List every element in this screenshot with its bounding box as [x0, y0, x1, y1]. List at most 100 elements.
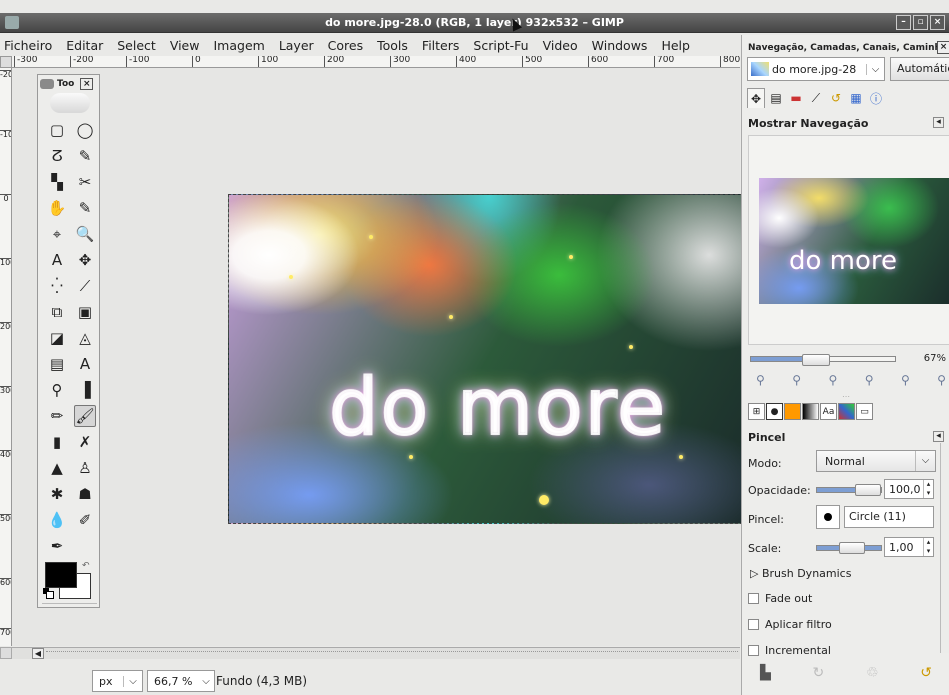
- text-tool-icon[interactable]: A: [74, 353, 96, 375]
- menu-script-fu[interactable]: Script-Fu: [473, 35, 528, 55]
- eraser-tool-icon[interactable]: ▮: [46, 431, 68, 453]
- opacity-slider[interactable]: [816, 484, 882, 496]
- undo-tab-icon[interactable]: ↺: [827, 88, 845, 108]
- horizontal-ruler[interactable]: -300 -200 -100 0 100 200 300 400 500 600…: [12, 56, 740, 68]
- vertical-ruler[interactable]: -200 -100 0 100 200 300 400 500 600 700: [0, 68, 12, 646]
- ruler-corner-menu-icon[interactable]: [0, 56, 12, 68]
- chevron-down-icon[interactable]: ⌵: [915, 451, 935, 471]
- rotate-tool-icon[interactable]: ⧉: [46, 301, 68, 323]
- scale-spinbox[interactable]: 1,00 ▴ ▾: [884, 537, 934, 557]
- chevron-down-icon[interactable]: ⌵: [866, 63, 884, 75]
- minimize-button[interactable]: –: [896, 15, 911, 30]
- color-picker-tool-icon[interactable]: ⌖: [46, 223, 68, 245]
- spin-arrows-icon[interactable]: ▴ ▾: [923, 480, 933, 498]
- free-select-tool-icon[interactable]: ⵒ: [46, 145, 68, 167]
- fade-out-checkbox[interactable]: Fade out: [748, 589, 944, 607]
- zoom-1-1-icon[interactable]: ⚲: [828, 373, 837, 387]
- brush-dynamics-expander[interactable]: ▷ Brush Dynamics: [750, 567, 851, 580]
- zoom-fit-icon[interactable]: ⚲: [865, 373, 874, 387]
- scale-tool-icon[interactable]: ▣: [74, 301, 96, 323]
- brush-name-field[interactable]: Circle (11): [844, 506, 934, 528]
- smudge-tool-icon[interactable]: ✐: [74, 509, 96, 531]
- zoom-tool-icon[interactable]: 🔍: [74, 223, 96, 245]
- image-select[interactable]: do more.jpg-28 ⌵: [747, 57, 885, 81]
- zoom-fill-icon[interactable]: ⚲: [901, 373, 910, 387]
- move-tool-icon[interactable]: ✥: [74, 249, 96, 271]
- close-button[interactable]: ×: [930, 15, 945, 30]
- navigate-corner-icon[interactable]: [0, 647, 12, 659]
- pane-grip-icon[interactable]: ⋯: [842, 392, 850, 401]
- crop-tool-icon[interactable]: ⟋: [74, 275, 96, 297]
- menu-cores[interactable]: Cores: [328, 35, 363, 55]
- dodge-burn-tool-icon[interactable]: ✒: [46, 535, 68, 557]
- canvas-area[interactable]: do more: [12, 68, 748, 646]
- incremental-checkbox[interactable]: Incremental: [748, 641, 944, 659]
- default-colors-icon[interactable]: [43, 588, 54, 599]
- scroll-track[interactable]: [46, 651, 738, 655]
- device-status-tab-icon[interactable]: ⊞: [748, 403, 765, 420]
- checkbox-box[interactable]: [748, 618, 759, 630]
- chevron-down-icon[interactable]: ⌵: [123, 675, 142, 687]
- zoom-select[interactable]: 66,7 % ⌵: [147, 670, 215, 692]
- ink-tool-icon[interactable]: ▲: [46, 457, 68, 479]
- clone-tool-icon[interactable]: ♙: [74, 457, 96, 479]
- airbrush-tool-icon[interactable]: ✗: [74, 431, 96, 453]
- paths-tab-icon[interactable]: ⟋: [807, 88, 825, 108]
- patterns-tab-icon[interactable]: [784, 403, 801, 420]
- shrink-wrap-icon[interactable]: ⚲: [937, 373, 946, 387]
- panel-menu-icon[interactable]: ◂: [933, 431, 944, 442]
- scissors-tool-icon[interactable]: ✂: [74, 171, 96, 193]
- menu-windows[interactable]: Windows: [592, 35, 648, 55]
- bucket-fill-tool-icon[interactable]: ⚲: [46, 379, 68, 401]
- reset-options-icon[interactable]: ↺: [920, 665, 932, 687]
- fonts-tab-icon[interactable]: Aa: [820, 403, 837, 420]
- documents-tab-icon[interactable]: ▭: [856, 403, 873, 420]
- menu-view[interactable]: View: [170, 35, 200, 55]
- menu-imagem[interactable]: Imagem: [213, 35, 264, 55]
- gradients-tab-icon[interactable]: [802, 403, 819, 420]
- pencil-tool-icon[interactable]: ✏: [46, 405, 68, 427]
- delete-options-icon[interactable]: ♲: [866, 665, 879, 687]
- checkbox-box[interactable]: [748, 644, 759, 656]
- channels-tab-icon[interactable]: ▬: [787, 88, 805, 108]
- opacity-slider-handle[interactable]: [855, 484, 881, 496]
- blend-tool-icon[interactable]: ▐: [74, 379, 96, 401]
- swap-colors-icon[interactable]: ↶: [82, 561, 90, 571]
- menu-video[interactable]: Video: [543, 35, 578, 55]
- menu-ficheiro[interactable]: Ficheiro: [4, 35, 52, 55]
- horizontal-scrollbar[interactable]: ◀: [12, 647, 740, 659]
- opacity-spinbox[interactable]: 100,0 ▴ ▾: [884, 479, 934, 499]
- checkbox-box[interactable]: [748, 592, 759, 604]
- measure-tool-icon[interactable]: A: [46, 249, 68, 271]
- scale-slider[interactable]: [816, 542, 882, 554]
- chevron-down-icon[interactable]: ⌵: [198, 676, 214, 687]
- heal-tool-icon[interactable]: ✱: [46, 483, 68, 505]
- align-tool-icon[interactable]: ⁛: [46, 275, 68, 297]
- menu-help[interactable]: Help: [661, 35, 690, 55]
- colormap-tab-icon[interactable]: ▦: [847, 88, 865, 108]
- scale-slider-handle[interactable]: [839, 542, 865, 554]
- info-tab-icon[interactable]: ⓘ: [867, 88, 885, 108]
- shear-tool-icon[interactable]: ◪: [46, 327, 68, 349]
- rect-select-tool-icon[interactable]: ▢: [46, 119, 68, 141]
- layers-tab-icon[interactable]: ▤: [767, 88, 785, 108]
- menu-editar[interactable]: Editar: [66, 35, 103, 55]
- tool-options-scrollbar[interactable]: [940, 443, 949, 653]
- ellipse-select-tool-icon[interactable]: ◯: [74, 119, 96, 141]
- menu-filters[interactable]: Filters: [422, 35, 459, 55]
- zoom-in-icon[interactable]: ⚲: [792, 373, 801, 387]
- panel-menu-icon[interactable]: ◂: [933, 117, 944, 128]
- menu-select[interactable]: Select: [117, 35, 156, 55]
- perspective-clone-tool-icon[interactable]: ☗: [74, 483, 96, 505]
- spin-arrows-icon[interactable]: ▴ ▾: [923, 538, 933, 556]
- close-icon[interactable]: ×: [937, 41, 949, 54]
- perspective-tool-icon[interactable]: ◬: [74, 327, 96, 349]
- zoom-out-icon[interactable]: ⚲: [756, 373, 765, 387]
- flip-tool-icon[interactable]: ▤: [46, 353, 68, 375]
- navigation-preview[interactable]: do more: [748, 135, 949, 345]
- paths-tool-icon[interactable]: ✎: [74, 197, 96, 219]
- save-options-icon[interactable]: ▙: [760, 665, 771, 687]
- unit-select[interactable]: px ⌵: [92, 670, 143, 692]
- navigation-thumbnail[interactable]: do more: [759, 178, 949, 304]
- zoom-slider-handle[interactable]: [801, 354, 830, 366]
